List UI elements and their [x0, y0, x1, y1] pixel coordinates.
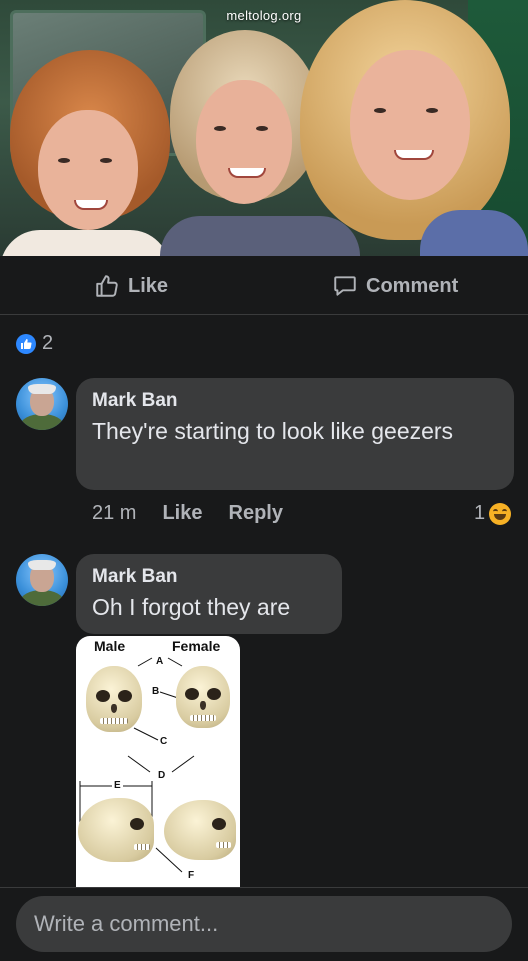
haha-icon [489, 502, 512, 525]
skull-side-male [78, 798, 154, 862]
comment-meta: 21 m Like Reply [92, 502, 283, 525]
person-right [300, 0, 528, 256]
like-icon [16, 333, 36, 354]
comment-like-button[interactable]: Like [162, 502, 202, 525]
comment-bubble[interactable]: Mark Ban They're starting to look like g… [76, 378, 514, 490]
skull-side-female [164, 800, 236, 860]
avatar[interactable] [16, 554, 68, 606]
speech-bubble-icon [332, 273, 358, 299]
comment-bubble[interactable]: Mark Ban Oh I forgot they are [76, 554, 342, 634]
comment-reaction-number: 1 [474, 502, 486, 524]
reaction-summary[interactable]: 2 [16, 332, 53, 355]
letter-b: B [152, 686, 160, 697]
letter-a: A [156, 656, 164, 667]
skull-front-female [176, 666, 230, 728]
reaction-count: 2 [42, 332, 54, 354]
post-photo[interactable]: meltolog.org [0, 0, 528, 256]
like-label: Like [128, 274, 169, 297]
person-left [0, 40, 180, 256]
comment-input[interactable]: Write a comment... [16, 896, 512, 952]
comment-text: Oh I forgot they are [92, 594, 291, 620]
avatar[interactable] [16, 378, 68, 430]
skull-front-male [86, 666, 142, 732]
like-button[interactable]: Like [94, 272, 168, 300]
comment-button[interactable]: Comment [332, 272, 458, 300]
comment-text: They're starting to look like geezers [92, 418, 454, 444]
comment-author[interactable]: Mark Ban [92, 566, 326, 588]
letter-d: D [158, 770, 166, 781]
comment-reply-button[interactable]: Reply [229, 502, 283, 525]
comment-label: Comment [366, 274, 459, 297]
comment-author[interactable]: Mark Ban [92, 390, 498, 412]
comment-time[interactable]: 21 m [92, 502, 136, 525]
comment-composer: Write a comment... [0, 887, 528, 961]
post-action-bar: Like Comment [0, 256, 528, 315]
thumbs-up-icon [94, 273, 120, 299]
letter-c: C [160, 736, 168, 747]
letter-e: E [112, 780, 123, 791]
letter-f: F [188, 870, 195, 881]
comment-image[interactable]: Male Female A B C D E F [76, 636, 240, 888]
watermark: meltolog.org [226, 8, 302, 23]
comment-reaction-count[interactable]: 1 [474, 502, 512, 525]
